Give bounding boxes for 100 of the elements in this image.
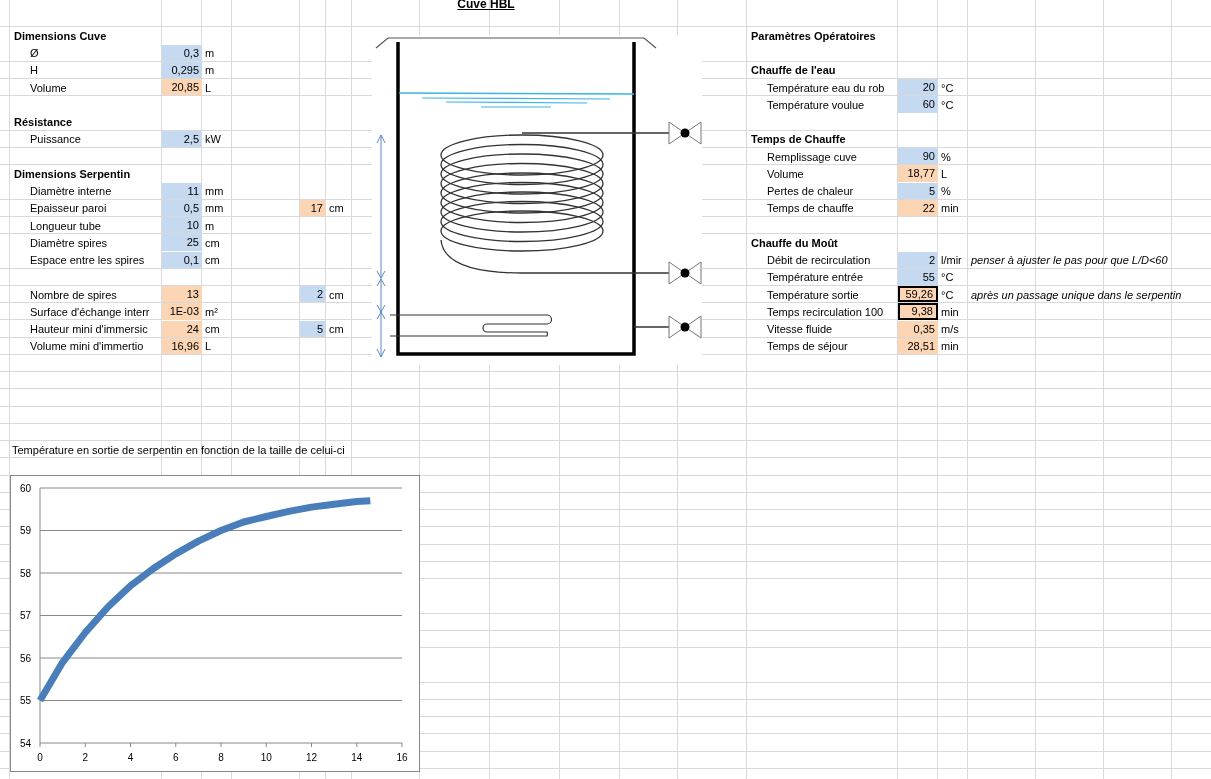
x-tick-label: 0 — [37, 752, 43, 763]
unit-label: m — [204, 47, 216, 60]
value-cell: 2,5 — [162, 130, 202, 147]
unit-label: min — [940, 305, 960, 318]
value-cell: 17 — [300, 199, 326, 216]
y-tick-label: 57 — [19, 610, 31, 621]
x-tick-label: 6 — [172, 752, 179, 763]
value-cell: 25 — [162, 234, 202, 251]
value-cell: 0,1 — [162, 251, 202, 268]
unit-label: l/mir — [940, 254, 963, 267]
row-label: Diamètre interne — [29, 185, 113, 198]
value-cell: 2 — [898, 251, 938, 268]
value-cell: 59,26 — [898, 286, 938, 303]
row-label: Diamètre spires — [29, 236, 109, 249]
row-label: Puissance — [29, 133, 82, 146]
value-cell: 9,38 — [898, 303, 938, 320]
row-label: H — [29, 64, 39, 77]
unit-label: cm — [328, 288, 345, 301]
value-cell: 24 — [162, 320, 202, 337]
unit-label: m — [204, 219, 216, 232]
value-cell: 90 — [898, 148, 938, 165]
unit-label: mm — [204, 185, 225, 198]
x-tick-label: 4 — [127, 752, 134, 763]
x-tick-label: 2 — [82, 752, 89, 763]
unit-label: kW — [204, 133, 222, 146]
row-label: Hauteur mini d'immersic — [29, 323, 149, 336]
unit-label: mm — [204, 202, 225, 215]
value-cell: 16,96 — [162, 337, 202, 354]
unit-label: L — [204, 340, 213, 353]
section-heading: Chauffe du Moût — [750, 236, 839, 249]
x-tick-label: 12 — [305, 752, 318, 763]
x-tick-label: 8 — [218, 752, 224, 763]
value-cell: 2 — [300, 286, 326, 303]
sheet-title: Cuve HBL — [456, 0, 516, 10]
value-cell: 5 — [898, 182, 938, 199]
value-cell: 0,295 — [162, 61, 202, 78]
row-label: Température voulue — [766, 98, 866, 111]
value-cell: 55 — [898, 268, 938, 285]
value-cell: 20 — [898, 79, 938, 96]
section-heading: Paramètres Opératoires — [750, 29, 877, 42]
row-label: Longueur tube — [29, 219, 102, 232]
row-label: Débit de recirculation — [766, 254, 872, 267]
value-cell: 20,85 — [162, 79, 202, 96]
row-label: Température eau du rob — [766, 81, 886, 94]
section-heading: Temps de Chauffe — [750, 133, 847, 146]
x-tick-label: 14 — [351, 752, 363, 763]
value-cell: 60 — [898, 96, 938, 113]
row-label: Pertes de chaleur — [766, 185, 855, 198]
row-label: Vitesse fluide — [766, 323, 834, 336]
row-label: Température entrée — [766, 271, 864, 284]
x-tick-label: 10 — [260, 752, 272, 763]
value-cell: 13 — [162, 286, 202, 303]
x-tick-label: 16 — [396, 752, 408, 763]
y-tick-label: 58 — [19, 567, 31, 579]
y-tick-label: 55 — [19, 695, 31, 706]
row-label: Surface d'échange interr — [29, 305, 151, 318]
value-cell: 22 — [898, 199, 938, 216]
row-label: Remplissage cuve — [766, 150, 858, 163]
unit-label: L — [940, 167, 949, 180]
unit-label: °C — [940, 288, 955, 301]
value-cell: 0,3 — [162, 44, 202, 61]
unit-label: °C — [940, 98, 955, 111]
row-label: Volume — [29, 81, 68, 94]
unit-label: m² — [204, 305, 219, 318]
value-cell: 28,51 — [898, 337, 938, 354]
y-tick-label: 56 — [19, 652, 31, 664]
value-cell: 0,5 — [162, 199, 202, 216]
unit-label: °C — [940, 81, 955, 94]
unit-label: cm — [204, 254, 221, 267]
unit-label: L — [204, 81, 213, 94]
unit-label: cm — [328, 202, 345, 215]
row-label: Volume — [766, 167, 805, 180]
y-tick-label: 59 — [19, 525, 31, 536]
section-heading: Dimensions Serpentin — [13, 167, 132, 180]
value-cell: 1E-03 — [162, 303, 202, 320]
row-label: Temps de séjour — [766, 340, 849, 353]
row-label: Température sortie — [766, 288, 860, 301]
unit-label: % — [940, 150, 952, 163]
row-label: Temps recirculation 100 — [766, 305, 885, 318]
row-label: Nombre de spires — [29, 288, 118, 301]
unit-label: min — [940, 340, 960, 353]
unit-label: °C — [940, 271, 955, 284]
row-label: Volume mini d'immertio — [29, 340, 145, 353]
unit-label: cm — [204, 236, 221, 249]
section-heading: Résistance — [13, 116, 74, 129]
y-tick-label: 60 — [19, 482, 31, 494]
unit-label: min — [940, 202, 960, 215]
unit-label: m — [204, 64, 216, 77]
unit-label: cm — [328, 323, 345, 336]
value-cell: 5 — [300, 320, 326, 337]
value-cell: 0,35 — [898, 320, 938, 337]
value-cell: 10 — [162, 217, 202, 234]
y-tick-label: 54 — [19, 737, 31, 749]
unit-label: m/s — [940, 323, 960, 336]
unit-label: cm — [204, 323, 221, 336]
chart-caption: Température en sortie de serpentin en fonction de la taille de celui-ci — [11, 443, 346, 456]
note-text: après un passage unique dans le serpentin — [970, 288, 1183, 301]
row-label: Espace entre les spires — [29, 254, 146, 267]
unit-label: % — [940, 185, 952, 198]
section-heading: Dimensions Cuve — [13, 29, 108, 42]
